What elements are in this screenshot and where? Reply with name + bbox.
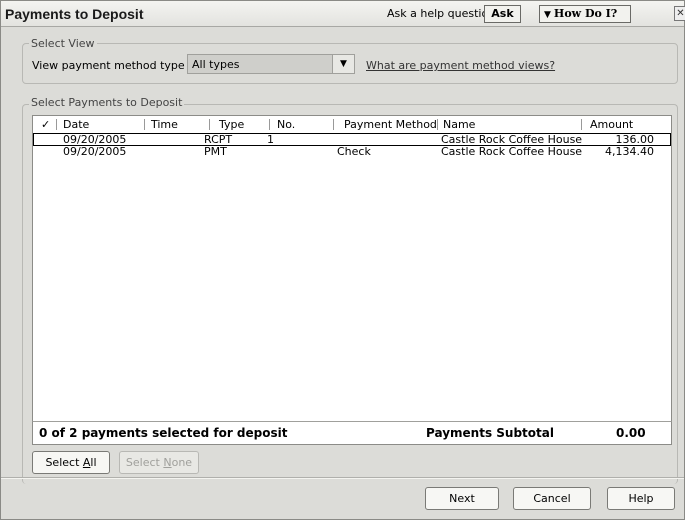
date-cell: 09/20/2005 <box>63 145 127 158</box>
select-none-button[interactable]: Select None <box>119 451 199 474</box>
dropdown-triangle-icon: ▼ <box>544 10 551 20</box>
payment-method-cell: Check <box>337 145 371 158</box>
payments-subtotal-label: Payments Subtotal <box>426 426 554 440</box>
check-column-header[interactable]: ✓ <box>41 118 50 131</box>
payment-method-column-header[interactable]: Payment Method <box>344 118 437 131</box>
select-none-label-post: one <box>171 456 193 469</box>
ask-button[interactable]: Ask <box>484 5 521 23</box>
table-row[interactable]: 09/20/2005 PMT Check Castle Rock Coffee … <box>33 146 671 159</box>
help-question-label: Ask a help question <box>387 7 496 20</box>
how-do-i-button[interactable]: ▼ How Do I? <box>539 5 631 23</box>
help-button[interactable]: Help <box>607 487 675 510</box>
type-cell: PMT <box>204 145 227 158</box>
type-column-header[interactable]: Type <box>219 118 244 131</box>
date-column-header[interactable]: Date <box>63 118 89 131</box>
select-all-label-pre: Select <box>45 456 83 469</box>
amount-column-header[interactable]: Amount <box>590 118 633 131</box>
no-column-header[interactable]: No. <box>277 118 295 131</box>
amount-cell: 4,134.40 <box>605 145 654 158</box>
select-all-button[interactable]: Select All <box>32 451 110 474</box>
close-icon[interactable]: ✕ <box>674 6 685 21</box>
chevron-down-icon[interactable]: ▼ <box>332 55 354 73</box>
name-column-header[interactable]: Name <box>443 118 475 131</box>
payment-method-type-select[interactable]: All types ▼ <box>187 54 355 74</box>
column-separator <box>144 119 145 130</box>
payments-to-deposit-window: Payments to Deposit Ask a help question … <box>0 0 685 520</box>
column-separator <box>333 119 334 130</box>
how-do-i-label: How Do I? <box>553 7 618 20</box>
payment-method-type-value: All types <box>192 58 240 71</box>
payment-method-type-label: View payment method type <box>32 59 185 72</box>
column-separator <box>437 119 438 130</box>
next-button[interactable]: Next <box>425 487 499 510</box>
select-payments-legend: Select Payments to Deposit <box>29 96 185 109</box>
window-title: Payments to Deposit <box>5 6 144 22</box>
payment-method-views-link[interactable]: What are payment method views? <box>366 59 555 72</box>
select-none-label-pre: Select <box>125 456 164 469</box>
payments-subtotal-value: 0.00 <box>616 426 646 440</box>
payments-selected-count: 0 of 2 payments selected for deposit <box>39 426 288 440</box>
payments-table: ✓ Date Time Type No. Payment Method Name… <box>32 115 672 441</box>
no-cell: 1 <box>267 133 274 146</box>
bottom-divider <box>1 477 684 479</box>
table-header: ✓ Date Time Type No. Payment Method Name… <box>33 116 671 133</box>
column-separator <box>209 119 210 130</box>
select-view-legend: Select View <box>29 37 97 50</box>
selection-summary-bar: 0 of 2 payments selected for deposit Pay… <box>32 421 672 445</box>
name-cell: Castle Rock Coffee House <box>441 145 583 158</box>
column-separator <box>269 119 270 130</box>
select-all-label-post: ll <box>90 456 97 469</box>
cancel-button[interactable]: Cancel <box>513 487 591 510</box>
column-separator <box>56 119 57 130</box>
time-column-header[interactable]: Time <box>151 118 178 131</box>
select-none-label-mnemonic: N <box>163 456 172 469</box>
title-bar: Payments to Deposit Ask a help question … <box>1 1 685 27</box>
column-separator <box>581 119 582 130</box>
